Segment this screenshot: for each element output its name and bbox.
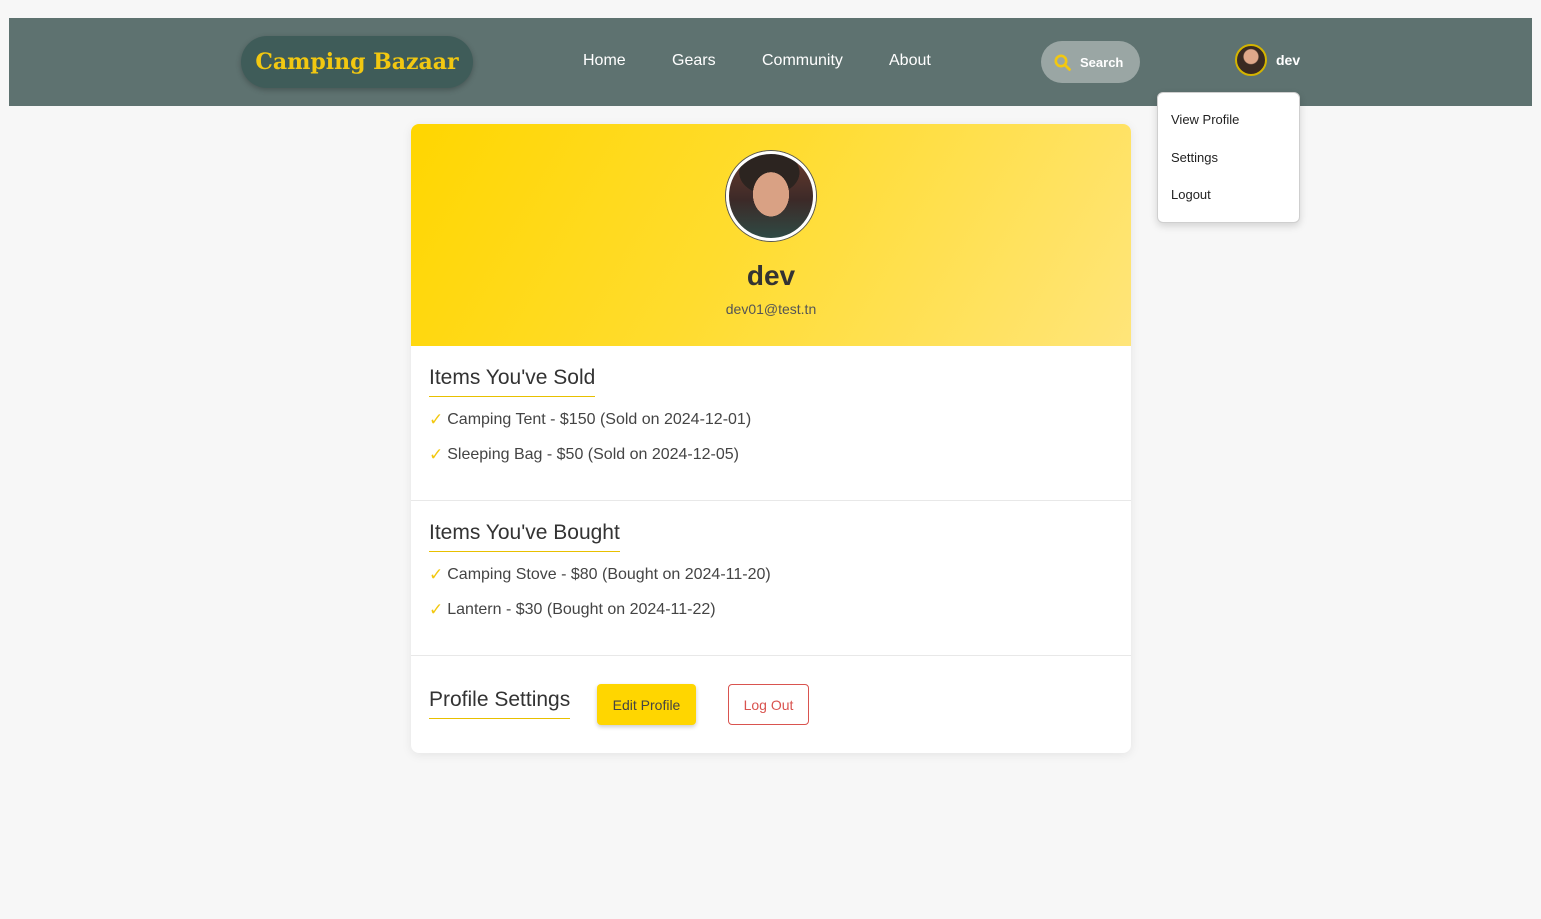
user-name: dev — [1276, 52, 1301, 68]
check-icon: ✓ — [429, 600, 444, 619]
sold-section: Items You've Sold ✓ Camping Tent - $150 … — [411, 346, 1131, 501]
dropdown-settings[interactable]: Settings — [1171, 150, 1218, 165]
search-icon — [1054, 54, 1071, 71]
nav-link-home[interactable]: Home — [583, 51, 626, 71]
bought-section: Items You've Bought ✓ Camping Stove - $8… — [411, 501, 1131, 656]
search-button[interactable]: Search — [1041, 41, 1140, 83]
list-item: ✓ Camping Stove - $80 (Bought on 2024-11… — [429, 565, 771, 585]
profile-email: dev01@test.tn — [725, 301, 817, 317]
list-item: ✓ Lantern - $30 (Bought on 2024-11-22) — [429, 600, 716, 620]
nav-link-about[interactable]: About — [889, 51, 931, 71]
profile-card: dev dev01@test.tn Items You've Sold ✓ Ca… — [411, 124, 1131, 753]
profile-avatar — [726, 151, 816, 241]
sold-title: Items You've Sold — [429, 366, 596, 397]
bought-title: Items You've Bought — [429, 521, 620, 552]
check-icon: ✓ — [429, 565, 444, 584]
edit-profile-button[interactable]: Edit Profile — [597, 684, 696, 725]
sold-item-text: Camping Tent - $150 (Sold on 2024-12-01) — [447, 411, 752, 428]
nav-link-gears[interactable]: Gears — [672, 51, 716, 71]
nav-link-community[interactable]: Community — [762, 51, 843, 71]
check-icon: ✓ — [429, 410, 444, 429]
settings-section: Profile Settings Edit Profile Log Out — [411, 656, 1131, 753]
user-dropdown: View Profile Settings Logout — [1157, 92, 1300, 223]
dropdown-view-profile[interactable]: View Profile — [1171, 112, 1239, 127]
check-icon: ✓ — [429, 445, 444, 464]
profile-header: dev dev01@test.tn — [411, 124, 1131, 346]
list-item: ✓ Sleeping Bag - $50 (Sold on 2024-12-05… — [429, 445, 739, 465]
list-item: ✓ Camping Tent - $150 (Sold on 2024-12-0… — [429, 410, 751, 430]
bought-item-text: Camping Stove - $80 (Bought on 2024-11-2… — [447, 566, 771, 583]
sold-item-text: Sleeping Bag - $50 (Sold on 2024-12-05) — [447, 446, 740, 463]
profile-name: dev — [746, 260, 796, 291]
log-out-button[interactable]: Log Out — [728, 684, 809, 725]
user-menu[interactable]: dev — [1235, 44, 1300, 76]
dropdown-logout[interactable]: Logout — [1171, 187, 1211, 202]
navbar: Camping Bazaar Home Gears Community Abou… — [9, 18, 1532, 106]
bought-item-text: Lantern - $30 (Bought on 2024-11-22) — [447, 601, 716, 618]
search-label: Search — [1080, 54, 1124, 70]
brand-logo[interactable]: Camping Bazaar — [241, 36, 473, 88]
settings-title: Profile Settings — [429, 688, 571, 719]
avatar — [1235, 44, 1267, 76]
